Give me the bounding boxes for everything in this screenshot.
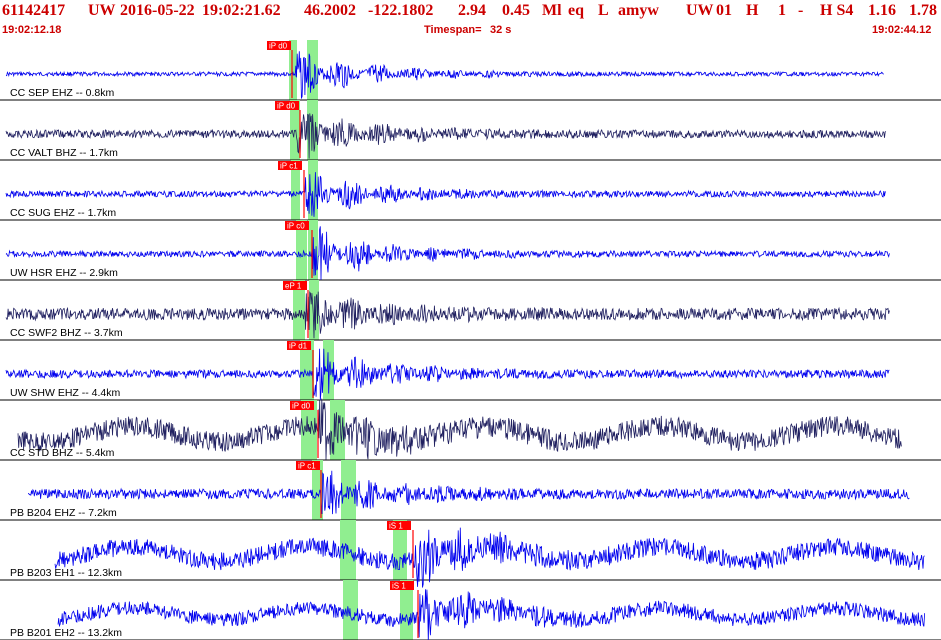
waveform-trace — [54, 527, 925, 588]
pick-label: iP d0 — [292, 402, 311, 411]
channel-row: eP 1 CC SWF2 BHZ -- 3.7km — [0, 280, 941, 341]
channel-label: CC SWF2 BHZ -- 3.7km — [10, 327, 123, 339]
event-network: UW — [88, 2, 116, 19]
pick-label: iP d0 — [269, 42, 288, 51]
time-axis-line: 19:02:12.18 Timespan= 32 s 19:02:44.12 — [0, 24, 941, 38]
channel-row: iP c1 PB B204 EHZ -- 7.2km — [0, 460, 941, 521]
waveform-trace — [5, 113, 887, 159]
channel-row: iP c0 UW HSR EHZ -- 2.9km — [0, 220, 941, 281]
waveform-trace — [5, 51, 884, 100]
event-header: 61142417 UW 2016-05-22 19:02:21.62 46.20… — [0, 0, 941, 40]
event-analyst: amyw — [618, 2, 659, 19]
channel-row: iP d0 CC VALT BHZ -- 1.7km — [0, 100, 941, 161]
pick-label: iS 1 — [389, 522, 403, 531]
event-summary-line: 61142417 UW 2016-05-22 19:02:21.62 46.20… — [2, 2, 939, 24]
pick-label: iP c1 — [280, 162, 298, 171]
event-author-net: UW — [686, 2, 714, 19]
channel-row: iS 1 PB B203 EH1 -- 12.3km — [0, 520, 941, 588]
waveform-trace — [5, 348, 890, 401]
timespan-label: Timespan= — [424, 24, 482, 36]
timespan-value: 32 s — [490, 24, 512, 36]
channel-label: PB B204 EHZ -- 7.2km — [10, 507, 117, 519]
pick-label: iP d1 — [289, 342, 308, 351]
event-quality: H — [746, 2, 759, 19]
channel-row: iS 1 PB B201 EH2 -- 13.2km — [0, 580, 941, 640]
event-depth: 2.94 — [458, 2, 486, 19]
event-magnitude: 0.45 — [502, 2, 530, 19]
channel-label: UW HSR EHZ -- 2.9km — [10, 267, 118, 279]
pick-label: eP 1 — [285, 282, 302, 291]
waveform-trace — [57, 589, 925, 640]
event-origin-time: 19:02:21.62 — [202, 2, 281, 19]
channel-label: UW SHW EHZ -- 4.4km — [10, 387, 120, 399]
channel-label: CC STD BHZ -- 5.4km — [10, 447, 115, 459]
event-mag-type: Ml — [542, 2, 562, 19]
channel-label: PB B203 EH1 -- 12.3km — [10, 567, 122, 579]
channel-label: PB B201 EH2 -- 13.2km — [10, 627, 122, 639]
event-version: 01 — [716, 2, 732, 19]
event-id: 61142417 — [2, 2, 66, 19]
event-err: 1.78 — [909, 2, 937, 19]
event-count: 1 — [778, 2, 786, 19]
event-flag: L — [598, 2, 609, 19]
end-time: 19:02:44.12 — [872, 24, 932, 36]
waveform-trace — [5, 172, 886, 217]
seismogram-panel: iP d0 CC SEP EHZ -- 0.8km iP d0 CC VALT BHZ… — [0, 40, 941, 640]
waveform-trace — [28, 470, 910, 515]
channel-label: CC VALT BHZ -- 1.7km — [10, 147, 118, 159]
pick-label: iS 1 — [392, 582, 406, 591]
event-rms: 1.16 — [868, 2, 896, 19]
event-solution: H S4 — [820, 2, 854, 19]
pick-label: iP c0 — [287, 222, 305, 231]
waveform-trace — [17, 398, 902, 460]
event-longitude: -122.1802 — [368, 2, 434, 19]
waveform-trace — [5, 291, 890, 339]
channel-row: iP d1 UW SHW EHZ -- 4.4km — [0, 340, 941, 401]
channel-row: iP c1 CC SUG EHZ -- 1.7km — [0, 160, 941, 221]
pick-label: iP d0 — [277, 102, 296, 111]
event-date: 2016-05-22 — [120, 2, 195, 19]
waveform-trace — [5, 226, 890, 280]
channel-label: CC SUG EHZ -- 1.7km — [10, 207, 116, 219]
start-time: 19:02:12.18 — [2, 24, 62, 36]
event-latitude: 46.2002 — [304, 2, 356, 19]
event-type: eq — [568, 2, 584, 19]
event-dash: - — [798, 2, 804, 19]
channel-row: iP d0 CC STD BHZ -- 5.4km — [0, 398, 941, 461]
channel-label: CC SEP EHZ -- 0.8km — [10, 87, 114, 99]
channel-row: iP d0 CC SEP EHZ -- 0.8km — [0, 40, 941, 101]
pick-label: iP c1 — [298, 462, 316, 471]
